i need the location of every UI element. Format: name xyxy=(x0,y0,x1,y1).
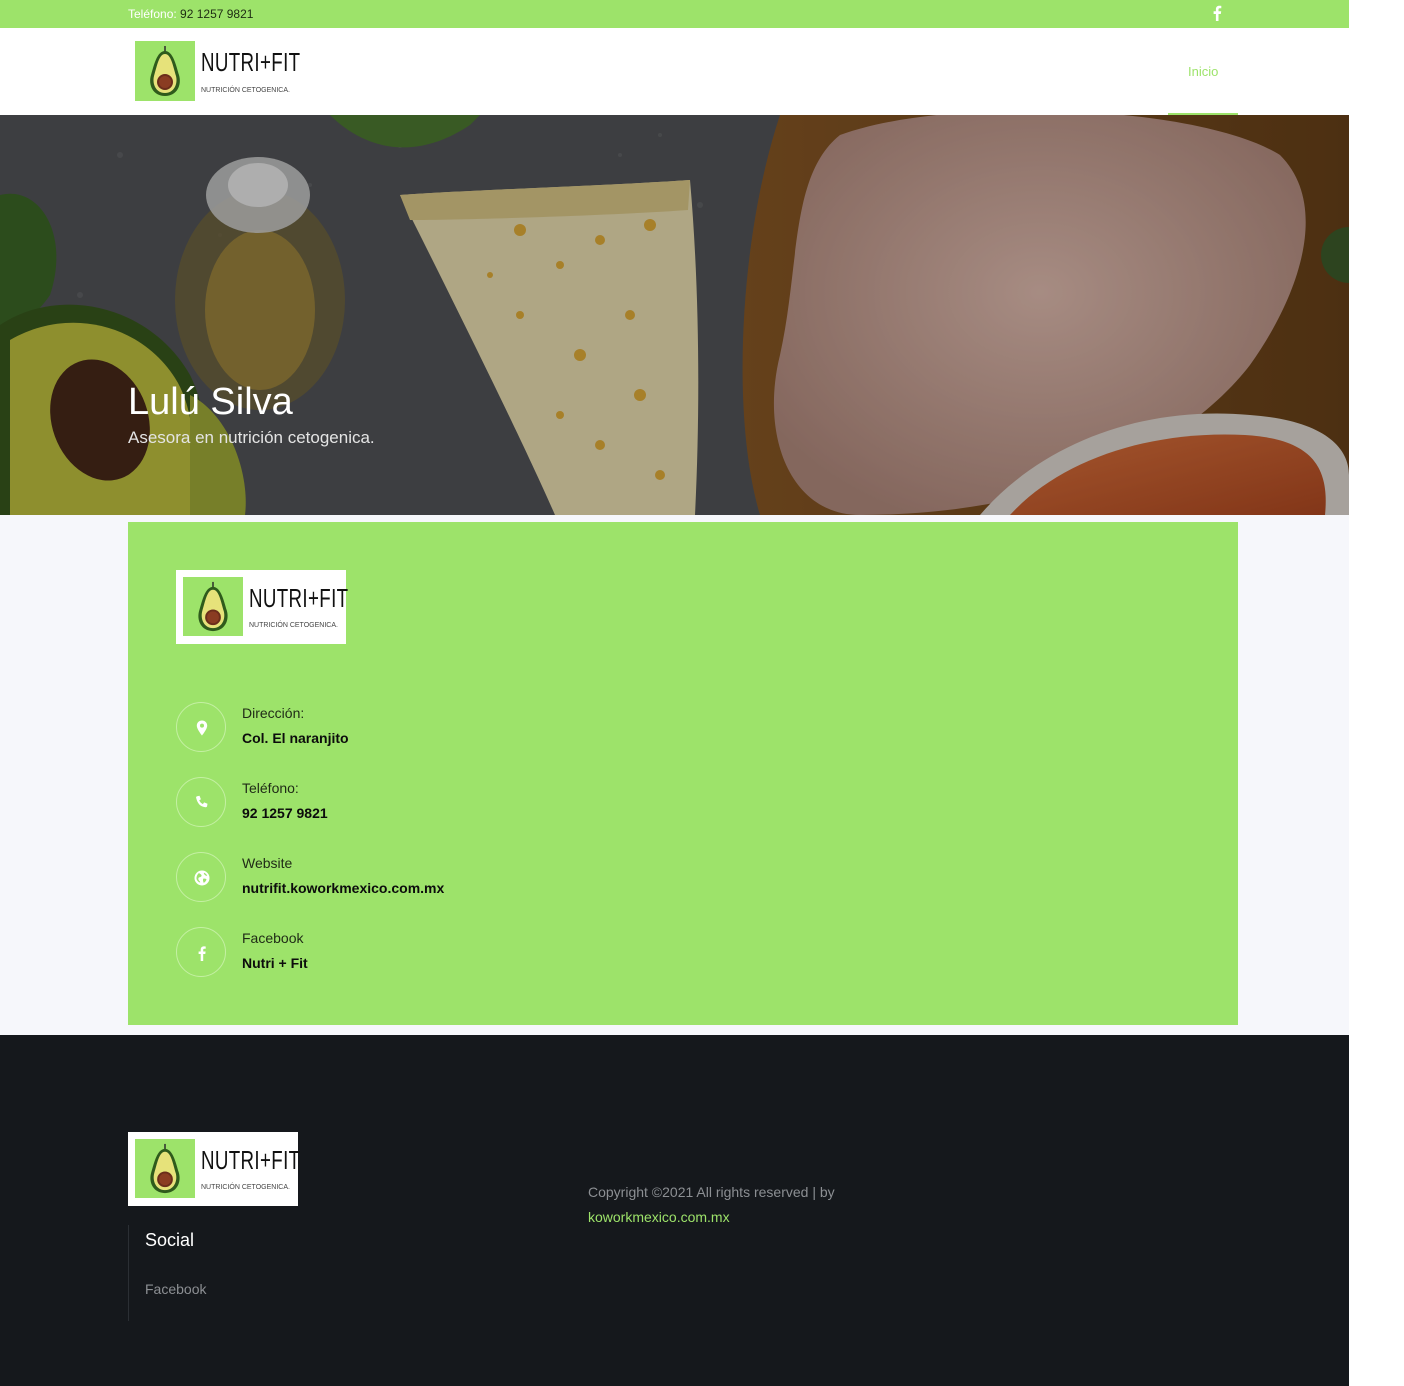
address-label: Dirección: xyxy=(242,705,305,721)
logo-square xyxy=(183,577,243,636)
facebook-icon-circle xyxy=(176,927,226,977)
avocado-icon xyxy=(198,581,228,632)
footer-copyright: Copyright ©2021 All rights reserved | by xyxy=(588,1184,835,1200)
hero-background-image xyxy=(0,115,1349,515)
hero-subtitle: Asesora en nutrición cetogenica. xyxy=(128,428,375,447)
globe-icon xyxy=(194,870,210,886)
logo-tagline: NUTRICIÓN CETOGENICA. xyxy=(201,87,290,94)
logo-tagline: NUTRICIÓN CETOGENICA. xyxy=(201,1184,290,1191)
page: Teléfono: 92 1257 9821 NUTRI+FIT NUTRICI… xyxy=(0,0,1349,1386)
map-pin-icon xyxy=(196,720,208,736)
facebook-value[interactable]: Nutri + Fit xyxy=(242,955,308,971)
phone-value[interactable]: 92 1257 9821 xyxy=(242,805,328,821)
avocado-icon xyxy=(150,1143,180,1194)
facebook-icon[interactable] xyxy=(1212,5,1222,21)
nav-item-label: Inicio xyxy=(1188,64,1219,79)
nav-item-inicio[interactable]: Inicio xyxy=(1168,28,1238,115)
footer-social: Social Facebook xyxy=(128,1225,328,1321)
contact-section: NUTRI+FIT NUTRICIÓN CETOGENICA. Direcció… xyxy=(0,515,1349,1035)
phone-icon-circle xyxy=(176,777,226,827)
website-label: Website xyxy=(242,855,293,871)
hero-title: Lulú Silva xyxy=(128,381,293,423)
header-logo[interactable]: NUTRI+FIT NUTRICIÓN CETOGENICA. xyxy=(135,41,300,101)
site-header: NUTRI+FIT NUTRICIÓN CETOGENICA. Inicio xyxy=(0,28,1349,115)
facebook-label: Facebook xyxy=(242,930,304,946)
logo-wordmark: NUTRI+FIT xyxy=(201,47,301,77)
logo-square xyxy=(135,1139,195,1198)
hero-banner: Lulú Silva Asesora en nutrición cetogeni… xyxy=(0,115,1349,515)
website-icon-circle xyxy=(176,852,226,902)
address-value: Col. El naranjito xyxy=(242,730,349,746)
contact-card: NUTRI+FIT NUTRICIÓN CETOGENICA. Direcció… xyxy=(128,522,1238,1025)
phone-icon xyxy=(196,795,208,808)
logo-tagline: NUTRICIÓN CETOGENICA. xyxy=(249,622,338,629)
footer-social-link-facebook[interactable]: Facebook xyxy=(145,1281,206,1297)
website-value[interactable]: nutrifit.koworkmexico.com.mx xyxy=(242,880,444,896)
contact-phone: Teléfono: 92 1257 9821 xyxy=(176,777,776,827)
topbar-phone: Teléfono: 92 1257 9821 xyxy=(128,7,253,21)
card-logo: NUTRI+FIT NUTRICIÓN CETOGENICA. xyxy=(176,570,349,644)
avocado-icon xyxy=(150,46,180,96)
footer-copyright-link[interactable]: koworkmexico.com.mx xyxy=(588,1209,730,1225)
contact-address: Dirección: Col. El naranjito xyxy=(176,702,776,752)
phone-label: Teléfono: xyxy=(242,780,299,796)
footer-logo[interactable]: NUTRI+FIT NUTRICIÓN CETOGENICA. xyxy=(128,1132,301,1206)
logo-wordmark: NUTRI+FIT xyxy=(201,1145,301,1175)
logo-square xyxy=(135,41,195,101)
footer-social-title: Social xyxy=(145,1230,195,1250)
logo-wordmark: NUTRI+FIT xyxy=(249,583,349,613)
address-icon-circle xyxy=(176,702,226,752)
page-gutter xyxy=(1349,0,1404,1386)
top-bar: Teléfono: 92 1257 9821 xyxy=(0,0,1349,28)
contact-website: Website nutrifit.koworkmexico.com.mx xyxy=(176,852,776,902)
facebook-icon xyxy=(198,946,206,961)
contact-facebook: Facebook Nutri + Fit xyxy=(176,927,776,977)
site-footer: NUTRI+FIT NUTRICIÓN CETOGENICA. Social F… xyxy=(0,1035,1349,1386)
topbar-phone-label: Teléfono: xyxy=(128,7,177,21)
topbar-phone-number: 92 1257 9821 xyxy=(180,7,254,21)
